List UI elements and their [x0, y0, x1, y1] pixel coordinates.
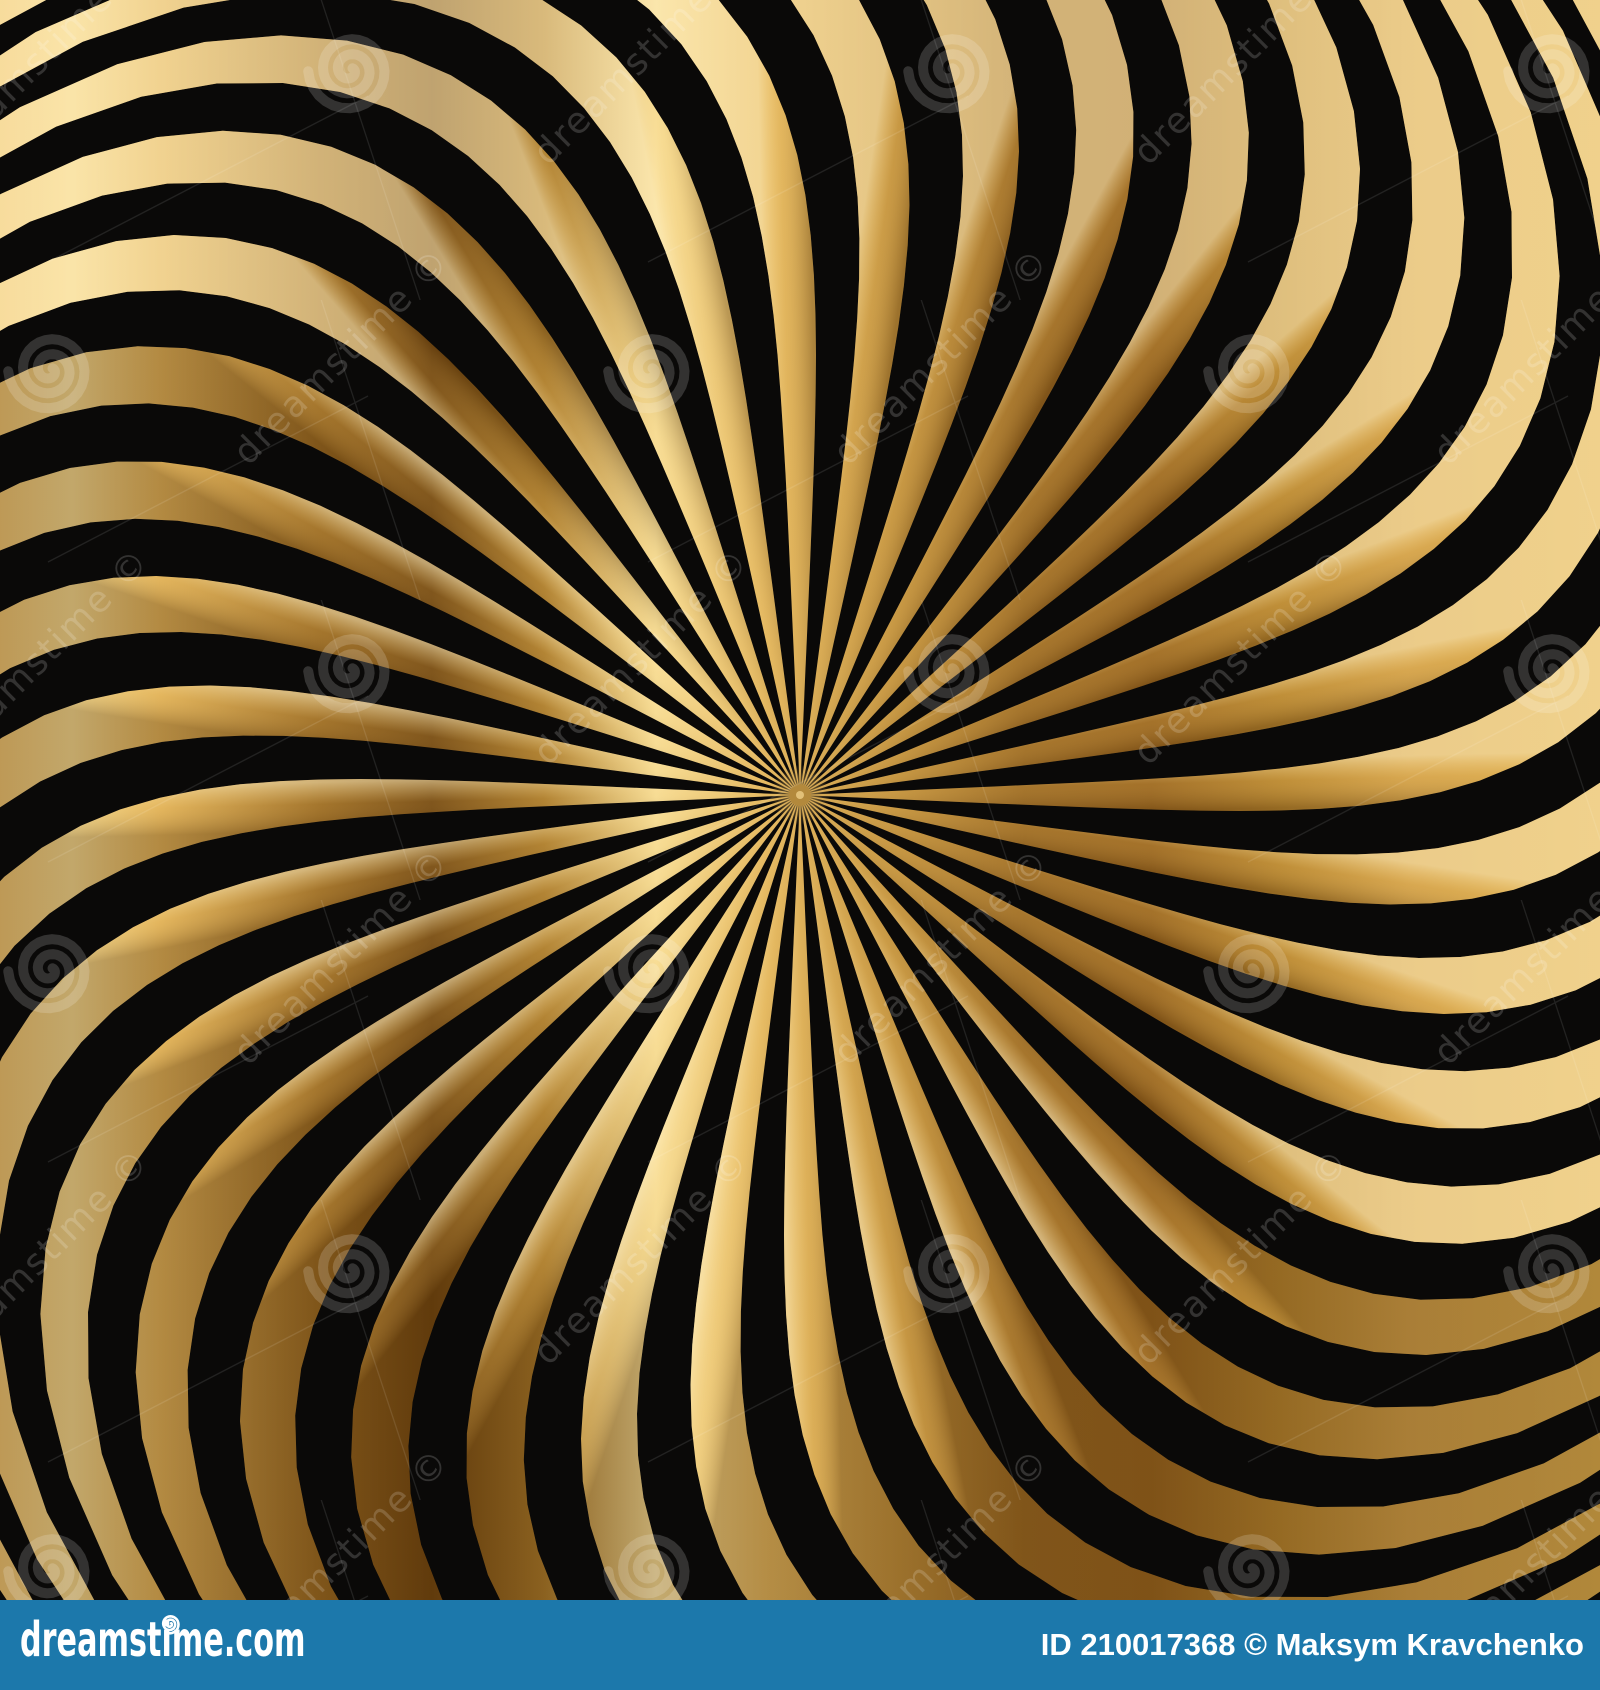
dreamstime-spiral-icon: [161, 1614, 180, 1635]
stock-image-preview: dreamstime ©dreamstime ©dreamstime ©drea…: [0, 0, 1600, 1690]
image-credit: ID 210017368 © Maksym Kravchenko: [1040, 1627, 1584, 1662]
watermark-bar: dreamstime.com ID 210017368 © Maksym Kra…: [0, 1600, 1600, 1690]
artwork: dreamstime ©dreamstime ©dreamstime ©drea…: [0, 0, 1600, 1600]
artwork-svg: dreamstime ©dreamstime ©dreamstime ©drea…: [0, 0, 1600, 1600]
dreamstime-logo: dreamstime.com: [20, 1614, 473, 1675]
